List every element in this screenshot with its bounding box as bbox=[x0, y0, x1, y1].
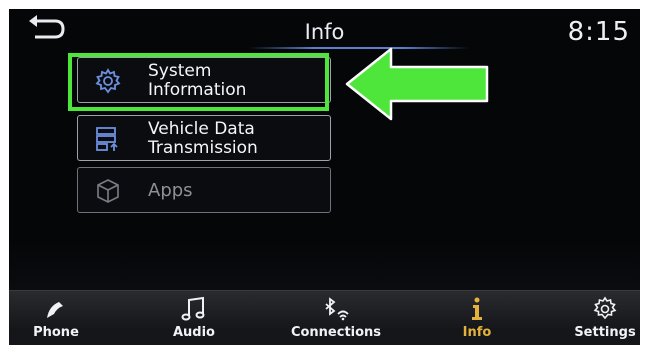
tab-label: Connections bbox=[290, 325, 382, 340]
header-bar: Info 8:15 bbox=[9, 9, 640, 49]
bottom-nav-bar: Phone Audio Connections Info Settings bbox=[9, 290, 640, 345]
vehicle-data-transmission-label: Vehicle Data Transmission bbox=[148, 119, 258, 158]
apps-button[interactable]: Apps bbox=[77, 167, 331, 213]
tab-label: Info bbox=[462, 325, 492, 340]
annotation-arrow bbox=[345, 47, 489, 121]
vehicle-data-transmission-button[interactable]: Vehicle Data Transmission bbox=[77, 115, 331, 161]
tab-phone[interactable]: Phone bbox=[9, 291, 111, 345]
tab-settings[interactable]: Settings bbox=[550, 291, 640, 345]
tab-label: Settings bbox=[574, 325, 636, 340]
empty-area bbox=[9, 241, 640, 290]
bluetooth-wifi-icon bbox=[325, 297, 349, 321]
apps-label: Apps bbox=[148, 180, 193, 201]
tab-audio[interactable]: Audio bbox=[139, 291, 249, 345]
head-unit-screen: Info 8:15 System Information Vehicle Dat… bbox=[9, 9, 640, 345]
phone-icon bbox=[47, 302, 63, 318]
gear-icon bbox=[593, 296, 617, 320]
music-note-icon bbox=[181, 296, 205, 321]
clock: 8:15 bbox=[567, 17, 630, 47]
info-icon bbox=[472, 297, 482, 320]
tab-label: Audio bbox=[172, 325, 215, 340]
page-title: Info bbox=[304, 20, 345, 44]
data-transmission-icon bbox=[96, 127, 118, 151]
cube-icon bbox=[97, 179, 119, 203]
tab-label: Phone bbox=[33, 325, 79, 340]
highlight-box bbox=[68, 53, 329, 111]
tab-info[interactable]: Info bbox=[422, 291, 532, 345]
tab-connections[interactable]: Connections bbox=[281, 291, 391, 345]
